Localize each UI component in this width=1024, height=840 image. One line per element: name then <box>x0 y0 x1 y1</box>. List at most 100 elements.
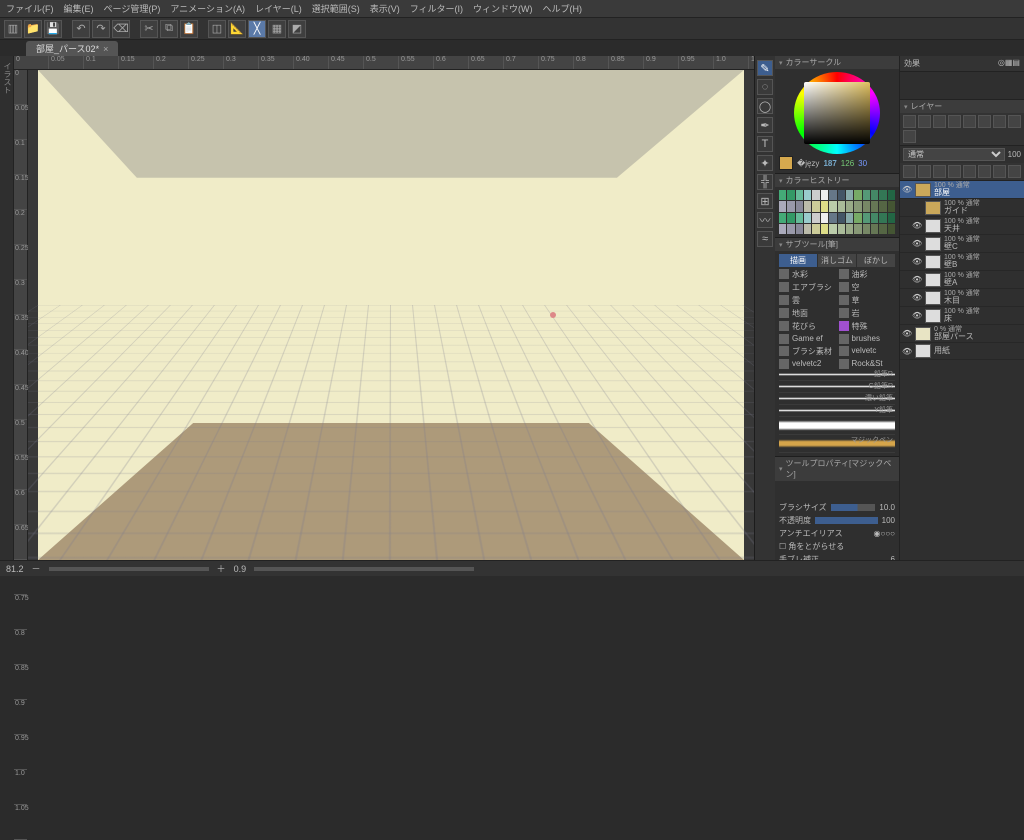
subtool-tab-draw[interactable]: 描画 <box>779 254 817 267</box>
subtool-icon[interactable] <box>779 321 789 331</box>
layer-opacity-value[interactable]: 100 <box>1008 150 1021 159</box>
brush-stroke-item[interactable]: 鉛筆R <box>779 369 895 381</box>
menu-filter[interactable]: フィルター(I) <box>410 2 463 15</box>
subtool-tab-blur[interactable]: ぼかし <box>857 254 895 267</box>
subtool-item[interactable]: Rock&St <box>852 359 896 369</box>
subtool-icon[interactable] <box>839 269 849 279</box>
subtool-item[interactable]: 地面 <box>792 308 836 319</box>
layer-tool-icon[interactable] <box>978 115 991 128</box>
zoom-slider[interactable] <box>49 567 209 571</box>
snap-special-button[interactable]: ◩ <box>288 20 306 38</box>
blend-mode-select[interactable]: 通常 <box>903 148 1005 161</box>
paste-button[interactable]: 📋 <box>180 20 198 38</box>
tool-blur[interactable]: ◌ <box>757 79 773 95</box>
subtool-icon[interactable] <box>839 295 849 305</box>
open-file-button[interactable]: 📁 <box>24 20 42 38</box>
layer-tool-icon[interactable] <box>993 115 1006 128</box>
brush-stroke-item[interactable]: G鉛筆R <box>779 381 895 393</box>
menu-view[interactable]: 表示(V) <box>370 2 400 15</box>
subtool-item[interactable]: velvetc2 <box>792 359 836 369</box>
subtool-icon[interactable] <box>839 321 849 331</box>
layer-row[interactable]: 👁100 % 通常部屋 <box>900 181 1024 199</box>
foreground-color-chip[interactable] <box>779 156 793 170</box>
layer-visibility-icon[interactable]: 👁 <box>912 239 922 248</box>
tool-decoration[interactable]: ✦ <box>757 155 773 171</box>
cut-button[interactable]: ✂ <box>140 20 158 38</box>
ruler-button[interactable]: 📐 <box>228 20 246 38</box>
zoom-in-icon[interactable]: ＋ <box>217 562 226 575</box>
brush-stroke-selected[interactable]: マジックペン <box>779 435 895 453</box>
left-dock-strip[interactable]: イラスト <box>0 56 14 560</box>
sharp-corner-checkbox[interactable]: 角をとがらせる <box>779 541 844 552</box>
layer-tool-icon[interactable] <box>948 165 961 178</box>
brush-size-slider[interactable] <box>831 504 876 511</box>
subtool-item[interactable]: 岩 <box>852 308 896 319</box>
layer-row[interactable]: 👁100 % 通常床 <box>900 307 1024 325</box>
layer-row[interactable]: 100 % 通常ガイド <box>900 199 1024 217</box>
subtool-item[interactable]: velvetc <box>852 346 896 357</box>
brush-stroke-item[interactable]: 濃い鉛筆 <box>779 393 895 405</box>
canvas-paper[interactable] <box>38 70 744 560</box>
layer-row[interactable]: 👁100 % 通常木目 <box>900 289 1024 307</box>
color-history-swatches[interactable] <box>779 190 895 234</box>
layer-visibility-icon[interactable]: 👁 <box>902 329 912 338</box>
layer-row[interactable]: 👁100 % 通常壁C <box>900 235 1024 253</box>
layer-tool-icon[interactable] <box>1008 115 1021 128</box>
brush-size-value[interactable]: 10.0 <box>879 503 895 512</box>
layer-visibility-icon[interactable]: 👁 <box>912 257 922 266</box>
subtool-item[interactable]: 油彩 <box>852 269 896 280</box>
menu-selection[interactable]: 選択範囲(S) <box>312 2 360 15</box>
subtool-icon[interactable] <box>839 359 849 369</box>
new-file-button[interactable]: ▥ <box>4 20 22 38</box>
subtool-tab-erase[interactable]: 消しゴム <box>818 254 856 267</box>
brush-stroke-item[interactable]: Y鉛筆 <box>779 405 895 417</box>
subtool-icon[interactable] <box>779 334 789 344</box>
zoom-value[interactable]: 81.2 <box>6 564 24 574</box>
subtool-item[interactable]: brushes <box>852 334 896 344</box>
layer-visibility-icon[interactable]: 👁 <box>912 311 922 320</box>
layer-row[interactable]: 👁100 % 通常壁B <box>900 253 1024 271</box>
clear-button[interactable]: ⌫ <box>112 20 130 38</box>
subtool-item[interactable]: 特殊 <box>852 321 896 332</box>
menu-layer[interactable]: レイヤー(L) <box>255 2 302 15</box>
opacity-value[interactable]: 100 <box>882 516 895 525</box>
menu-file[interactable]: ファイル(F) <box>6 2 54 15</box>
subtool-icon[interactable] <box>779 359 789 369</box>
tool-gradient[interactable]: ≈ <box>757 231 773 247</box>
layer-panel-header[interactable]: レイヤー <box>900 100 1024 113</box>
redo-button[interactable]: ↷ <box>92 20 110 38</box>
layer-row[interactable]: 👁100 % 通常天井 <box>900 217 1024 235</box>
layer-tool-icon[interactable] <box>918 115 931 128</box>
subtool-item[interactable]: Game ef <box>792 334 836 344</box>
layer-tool-icon[interactable] <box>1008 165 1021 178</box>
color-history-header[interactable]: カラーヒストリー <box>775 174 899 187</box>
layer-visibility-icon[interactable]: 👁 <box>912 221 922 230</box>
tool-brush[interactable]: ✒ <box>757 117 773 133</box>
subtool-icon[interactable] <box>839 346 849 356</box>
layer-tool-icon[interactable] <box>903 165 916 178</box>
layer-tool-icon[interactable] <box>933 115 946 128</box>
color-circle-header[interactable]: カラーサークル <box>775 56 899 69</box>
subtool-icon[interactable] <box>839 334 849 344</box>
timeline-slider[interactable] <box>254 567 474 571</box>
layer-row[interactable]: 👁100 % 通常壁A <box>900 271 1024 289</box>
tool-frame[interactable]: ⊞ <box>757 193 773 209</box>
tool-text[interactable]: T <box>757 136 773 152</box>
viewport[interactable] <box>28 70 754 560</box>
subtool-icon[interactable] <box>839 282 849 292</box>
layer-tool-icon[interactable] <box>993 165 1006 178</box>
zoom-out-icon[interactable]: － <box>32 562 41 575</box>
layer-tool-icon[interactable] <box>963 115 976 128</box>
copy-button[interactable]: ⧉ <box>160 20 178 38</box>
layer-tool-icon[interactable] <box>918 165 931 178</box>
undo-button[interactable]: ↶ <box>72 20 90 38</box>
subtool-item[interactable]: 水彩 <box>792 269 836 280</box>
layer-row[interactable]: 👁用紙 <box>900 343 1024 360</box>
effects-panel-header[interactable]: 効果 ◎▦▤ <box>900 56 1024 72</box>
layer-tool-icon[interactable] <box>948 115 961 128</box>
subtool-icon[interactable] <box>779 282 789 292</box>
layer-visibility-icon[interactable]: 👁 <box>912 293 922 302</box>
save-button[interactable]: 💾 <box>44 20 62 38</box>
subtool-icon[interactable] <box>779 295 789 305</box>
menu-page[interactable]: ページ管理(P) <box>104 2 161 15</box>
